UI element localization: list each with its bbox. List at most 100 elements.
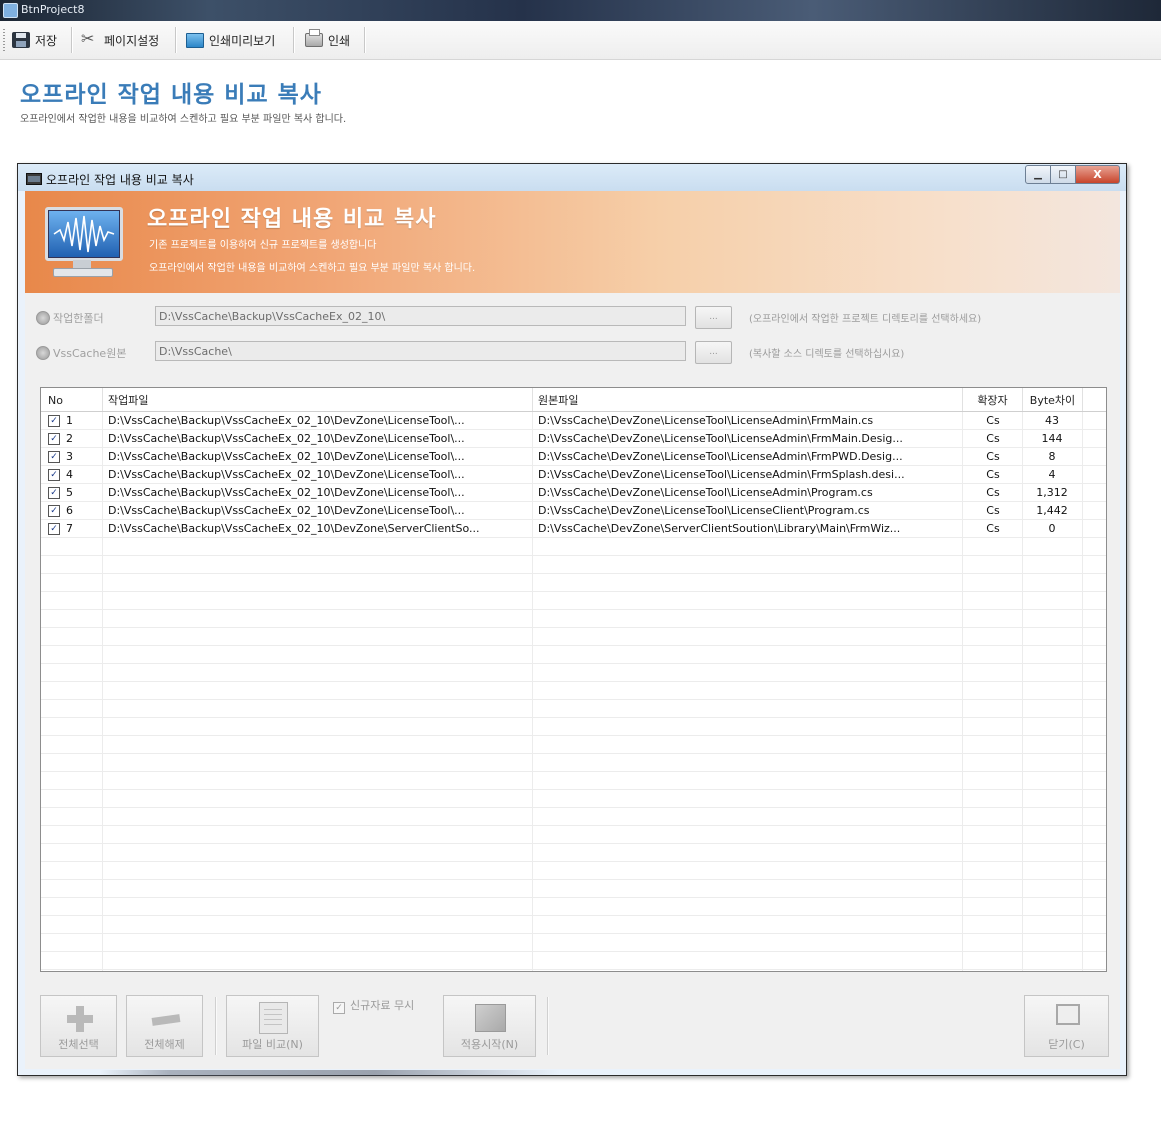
byte-diff-cell: 8 xyxy=(1048,450,1056,463)
print-button[interactable]: 인쇄 xyxy=(305,28,350,52)
printer-icon xyxy=(305,29,323,47)
byte-diff-cell: 43 xyxy=(1045,414,1059,427)
row-number: 7 xyxy=(66,522,73,535)
table-row[interactable]: ✓ 3 D:\VssCache\Backup\VssCacheEx_02_10\De… xyxy=(41,448,1106,466)
source-folder-row: VssCache원본 D:\VssCache\ ... (복사할 소스 디렉토를… xyxy=(25,341,1120,365)
print-label: 인쇄 xyxy=(328,33,351,48)
row-number: 5 xyxy=(66,486,73,499)
row-checkbox[interactable]: ✓ xyxy=(48,487,60,499)
table-row[interactable]: ✓ 6 D:\VssCache\Backup\VssCacheEx_02_10\De… xyxy=(41,502,1106,520)
ignore-new-checkbox[interactable]: ✓ 신규자료 무시 xyxy=(333,997,414,1014)
window-title-bar[interactable]: 오프라인 작업 내용 비교 복사 ▁ □ X xyxy=(18,164,1126,191)
original-file-cell: D:\VssCache\DevZone\LicenseTool\LicenseA… xyxy=(538,486,873,499)
page-setup-label: 페이지설정 xyxy=(104,33,160,48)
close-label: 닫기(C) xyxy=(1048,1038,1085,1051)
compare-copy-window: 오프라인 작업 내용 비교 복사 ▁ □ X 오프라인 작업 내용 비교 복사 … xyxy=(17,163,1127,1076)
page-subtitle: 오프라인에서 작업한 내용을 비교하여 스켄하고 필요 부분 파일만 복사 합니… xyxy=(20,114,347,125)
row-number: 3 xyxy=(66,450,73,463)
row-checkbox[interactable]: ✓ xyxy=(48,505,60,517)
row-checkbox[interactable]: ✓ xyxy=(48,469,60,481)
file-compare-button[interactable]: 파일 비교(N) xyxy=(226,995,319,1057)
row-checkbox[interactable]: ✓ xyxy=(48,451,60,463)
save-button[interactable]: 저장 xyxy=(12,28,57,52)
row-number: 1 xyxy=(66,414,73,427)
work-file-cell: D:\VssCache\Backup\VssCacheEx_02_10\DevZ… xyxy=(108,486,465,499)
file-compare-grid: No 작업파일 원본파일 확장자 Byte차이 ✓ 1 D:\VssCache\Ba… xyxy=(40,387,1107,972)
byte-diff-cell: 1,312 xyxy=(1036,486,1068,499)
banner-description-2: 오프라인에서 작업한 내용을 비교하여 스켄하고 필요 부분 파일만 복사 합니… xyxy=(149,263,476,274)
row-number: 6 xyxy=(66,504,73,517)
print-preview-button[interactable]: 인쇄미리보기 xyxy=(186,28,275,52)
extension-cell: Cs xyxy=(986,450,1000,463)
extension-cell: Cs xyxy=(986,504,1000,517)
toolbar-separator xyxy=(293,27,295,53)
column-header-byte-diff[interactable]: Byte차이 xyxy=(1023,388,1083,411)
table-row[interactable]: ✓ 7 D:\VssCache\Backup\VssCacheEx_02_10\De… xyxy=(41,520,1106,538)
checkbox-mark: ✓ xyxy=(333,1002,345,1014)
taskbar-shadow xyxy=(100,1070,560,1076)
deselect-all-label: 전체해제 xyxy=(144,1038,185,1051)
extension-cell: Cs xyxy=(986,432,1000,445)
toolbar-grip[interactable] xyxy=(3,29,5,51)
banner-title: 오프라인 작업 내용 비교 복사 xyxy=(147,207,437,232)
file-compare-label: 파일 비교(N) xyxy=(242,1038,303,1051)
table-row[interactable]: ✓ 4 D:\VssCache\Backup\VssCacheEx_02_10\De… xyxy=(41,466,1106,484)
select-all-button[interactable]: 전체선택 xyxy=(40,995,117,1057)
button-separator xyxy=(215,997,217,1055)
maximize-button[interactable]: □ xyxy=(1051,165,1076,184)
source-folder-browse-button[interactable]: ... xyxy=(695,341,732,364)
column-header-work-file[interactable]: 작업파일 xyxy=(103,388,533,411)
extension-cell: Cs xyxy=(986,414,1000,427)
original-file-cell: D:\VssCache\DevZone\LicenseTool\LicenseA… xyxy=(538,414,874,427)
row-checkbox[interactable]: ✓ xyxy=(48,433,60,445)
work-folder-browse-button[interactable]: ... xyxy=(695,306,732,329)
select-all-label: 전체선택 xyxy=(58,1038,99,1051)
work-folder-hint: (오프라인에서 작업한 프로젝트 디렉토리를 선택하세요) xyxy=(749,314,982,325)
table-row[interactable]: ✓ 1 D:\VssCache\Backup\VssCacheEx_02_10\De… xyxy=(41,412,1106,430)
table-row[interactable]: ✓ 2 D:\VssCache\Backup\VssCacheEx_02_10\De… xyxy=(41,430,1106,448)
row-checkbox[interactable]: ✓ xyxy=(48,523,60,535)
work-file-cell: D:\VssCache\Backup\VssCacheEx_02_10\DevZ… xyxy=(108,468,465,481)
row-number: 2 xyxy=(66,432,73,445)
tools-icon xyxy=(81,29,99,48)
work-folder-radio[interactable] xyxy=(36,311,50,325)
byte-diff-cell: 0 xyxy=(1048,522,1056,535)
source-folder-radio[interactable] xyxy=(36,346,50,360)
app-icon xyxy=(3,3,18,18)
source-folder-label: VssCache원본 xyxy=(53,347,127,360)
toolbar: 저장 페이지설정 인쇄미리보기 인쇄 xyxy=(0,21,1161,60)
print-preview-icon xyxy=(186,32,204,48)
deselect-all-button[interactable]: 전체해제 xyxy=(126,995,203,1057)
work-file-cell: D:\VssCache\Backup\VssCacheEx_02_10\DevZ… xyxy=(108,450,465,463)
byte-diff-cell: 144 xyxy=(1041,432,1063,445)
page-setup-button[interactable]: 페이지설정 xyxy=(81,28,159,52)
column-header-extension[interactable]: 확장자 xyxy=(963,388,1023,411)
apply-start-button[interactable]: 적용시작(N) xyxy=(443,995,536,1057)
ignore-new-label: 신규자료 무시 xyxy=(350,999,415,1012)
original-file-cell: D:\VssCache\DevZone\LicenseTool\LicenseA… xyxy=(538,450,903,463)
table-row[interactable]: ✓ 5 D:\VssCache\Backup\VssCacheEx_02_10\De… xyxy=(41,484,1106,502)
apply-icon xyxy=(475,1004,506,1032)
row-checkbox[interactable]: ✓ xyxy=(48,415,60,427)
save-label: 저장 xyxy=(35,33,58,48)
minimize-button[interactable]: ▁ xyxy=(1025,165,1051,184)
app-title: BtnProject8 xyxy=(21,3,85,16)
work-folder-label: 작업한폴더 xyxy=(53,312,104,325)
extension-cell: Cs xyxy=(986,468,1000,481)
work-folder-input[interactable]: D:\VssCache\Backup\VssCacheEx_02_10\ xyxy=(155,306,686,326)
monitor-waveform-icon xyxy=(41,207,123,277)
original-file-cell: D:\VssCache\DevZone\LicenseTool\LicenseC… xyxy=(538,504,870,517)
window-controls: ▁ □ X xyxy=(1025,165,1120,184)
close-window-button[interactable]: X xyxy=(1076,165,1120,184)
source-folder-input[interactable]: D:\VssCache\ xyxy=(155,341,686,361)
column-header-original-file[interactable]: 원본파일 xyxy=(533,388,963,411)
page-title: 오프라인 작업 내용 비교 복사 xyxy=(20,82,322,108)
print-preview-label: 인쇄미리보기 xyxy=(209,33,276,48)
work-file-cell: D:\VssCache\Backup\VssCacheEx_02_10\DevZ… xyxy=(108,414,465,427)
plus-icon xyxy=(67,1006,93,1032)
close-button[interactable]: 닫기(C) xyxy=(1024,995,1109,1057)
window-title: 오프라인 작업 내용 비교 복사 xyxy=(46,173,194,187)
window-body: 오프라인 작업 내용 비교 복사 기존 프로젝트를 이용하여 신규 프로젝트를 … xyxy=(25,191,1120,1069)
column-header-no[interactable]: No xyxy=(41,388,103,411)
toolbar-separator xyxy=(364,27,366,53)
